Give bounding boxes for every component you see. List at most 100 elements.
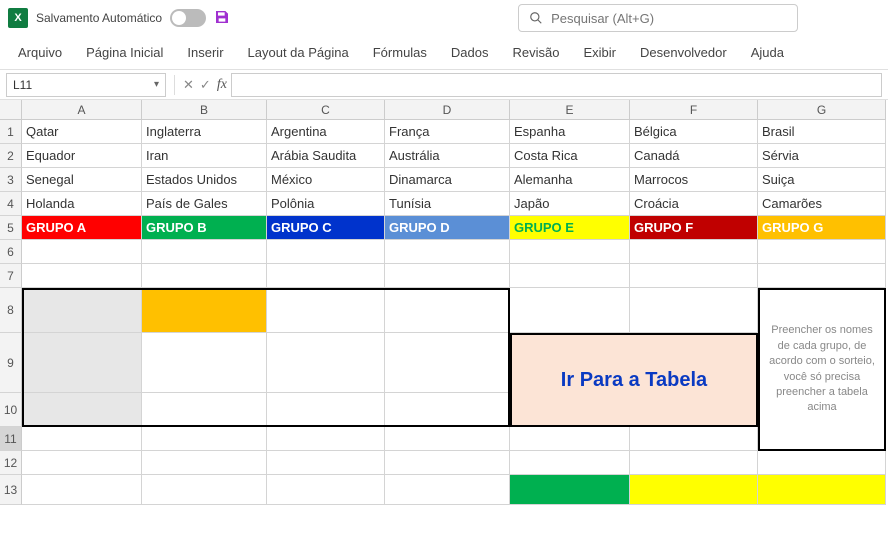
- ribbon-tab-página-inicial[interactable]: Página Inicial: [74, 39, 175, 66]
- column-header[interactable]: F: [630, 100, 758, 120]
- search-input[interactable]: [551, 11, 787, 26]
- cell[interactable]: GRUPO E: [510, 216, 630, 240]
- ribbon-tab-layout-da-página[interactable]: Layout da Página: [236, 39, 361, 66]
- spreadsheet-grid[interactable]: ABCDEFG 12345678910111213 QatarInglaterr…: [0, 100, 888, 537]
- cell[interactable]: [510, 240, 630, 264]
- cell[interactable]: [22, 451, 142, 475]
- autosave-toggle[interactable]: [170, 9, 206, 27]
- cell[interactable]: GRUPO C: [267, 216, 385, 240]
- ribbon-tab-dados[interactable]: Dados: [439, 39, 501, 66]
- row-header[interactable]: 4: [0, 192, 22, 216]
- cell[interactable]: Inglaterra: [142, 120, 267, 144]
- cell[interactable]: [510, 264, 630, 288]
- column-header[interactable]: E: [510, 100, 630, 120]
- row-header[interactable]: 10: [0, 393, 22, 427]
- cell[interactable]: [510, 451, 630, 475]
- cell[interactable]: GRUPO A: [22, 216, 142, 240]
- row-header[interactable]: 7: [0, 264, 22, 288]
- cell[interactable]: Sérvia: [758, 144, 886, 168]
- cell[interactable]: Canadá: [630, 144, 758, 168]
- cell[interactable]: [267, 264, 385, 288]
- fx-icon[interactable]: fx: [217, 77, 227, 93]
- column-header[interactable]: A: [22, 100, 142, 120]
- row-header[interactable]: 2: [0, 144, 22, 168]
- go-to-table-button[interactable]: Ir Para a Tabela: [510, 333, 758, 427]
- row-header[interactable]: 3: [0, 168, 22, 192]
- cell[interactable]: [267, 288, 385, 333]
- cell[interactable]: [142, 451, 267, 475]
- row-header[interactable]: 1: [0, 120, 22, 144]
- cell[interactable]: [22, 288, 142, 333]
- cell[interactable]: [22, 333, 142, 393]
- cell[interactable]: [385, 451, 510, 475]
- cell[interactable]: Camarões: [758, 192, 886, 216]
- cell[interactable]: Iran: [142, 144, 267, 168]
- cell[interactable]: [267, 333, 385, 393]
- cell[interactable]: [267, 427, 385, 451]
- cell[interactable]: França: [385, 120, 510, 144]
- ribbon-tab-ajuda[interactable]: Ajuda: [739, 39, 796, 66]
- chevron-down-icon[interactable]: ▾: [154, 79, 159, 90]
- cell[interactable]: [267, 475, 385, 505]
- cell[interactable]: [385, 264, 510, 288]
- cell[interactable]: [758, 451, 886, 475]
- cell[interactable]: [22, 475, 142, 505]
- save-icon[interactable]: [214, 9, 230, 28]
- cell[interactable]: Argentina: [267, 120, 385, 144]
- cell[interactable]: Dinamarca: [385, 168, 510, 192]
- cell[interactable]: Tunísia: [385, 192, 510, 216]
- ribbon-tab-revisão[interactable]: Revisão: [501, 39, 572, 66]
- cell[interactable]: [385, 427, 510, 451]
- cell[interactable]: Costa Rica: [510, 144, 630, 168]
- cell[interactable]: País de Gales: [142, 192, 267, 216]
- ribbon-tab-desenvolvedor[interactable]: Desenvolvedor: [628, 39, 739, 66]
- cell[interactable]: Arábia Saudita: [267, 144, 385, 168]
- cell[interactable]: Espanha: [510, 120, 630, 144]
- cell[interactable]: [142, 427, 267, 451]
- row-header[interactable]: 6: [0, 240, 22, 264]
- cell[interactable]: [142, 264, 267, 288]
- search-box[interactable]: [518, 4, 798, 32]
- cell[interactable]: Croácia: [630, 192, 758, 216]
- row-header[interactable]: 9: [0, 333, 22, 393]
- cell[interactable]: [142, 475, 267, 505]
- cell[interactable]: [385, 475, 510, 505]
- cell[interactable]: [142, 393, 267, 427]
- ribbon-tab-inserir[interactable]: Inserir: [175, 39, 235, 66]
- row-header[interactable]: 11: [0, 427, 22, 451]
- cell[interactable]: Brasil: [758, 120, 886, 144]
- cell[interactable]: Bélgica: [630, 120, 758, 144]
- cell[interactable]: [630, 475, 758, 505]
- column-header[interactable]: G: [758, 100, 886, 120]
- cell[interactable]: GRUPO B: [142, 216, 267, 240]
- cell[interactable]: Estados Unidos: [142, 168, 267, 192]
- cell[interactable]: GRUPO F: [630, 216, 758, 240]
- cell[interactable]: [630, 451, 758, 475]
- cell[interactable]: Polônia: [267, 192, 385, 216]
- cell[interactable]: Equador: [22, 144, 142, 168]
- row-header[interactable]: 13: [0, 475, 22, 505]
- cell[interactable]: [510, 427, 630, 451]
- name-box[interactable]: L11 ▾: [6, 73, 166, 97]
- ribbon-tab-fórmulas[interactable]: Fórmulas: [361, 39, 439, 66]
- cell[interactable]: [630, 240, 758, 264]
- column-header[interactable]: D: [385, 100, 510, 120]
- cell[interactable]: GRUPO G: [758, 216, 886, 240]
- row-header[interactable]: 5: [0, 216, 22, 240]
- cell[interactable]: [267, 393, 385, 427]
- select-all-corner[interactable]: [0, 100, 22, 120]
- cell[interactable]: Holanda: [22, 192, 142, 216]
- cell[interactable]: [22, 240, 142, 264]
- cell[interactable]: [758, 264, 886, 288]
- formula-bar[interactable]: [231, 73, 882, 97]
- cell[interactable]: Suiça: [758, 168, 886, 192]
- cell[interactable]: [510, 475, 630, 505]
- cell[interactable]: [385, 240, 510, 264]
- column-header[interactable]: B: [142, 100, 267, 120]
- cell[interactable]: Austrália: [385, 144, 510, 168]
- cell[interactable]: Senegal: [22, 168, 142, 192]
- cell[interactable]: [142, 240, 267, 264]
- cell[interactable]: [267, 451, 385, 475]
- ribbon-tab-arquivo[interactable]: Arquivo: [6, 39, 74, 66]
- cell[interactable]: Japão: [510, 192, 630, 216]
